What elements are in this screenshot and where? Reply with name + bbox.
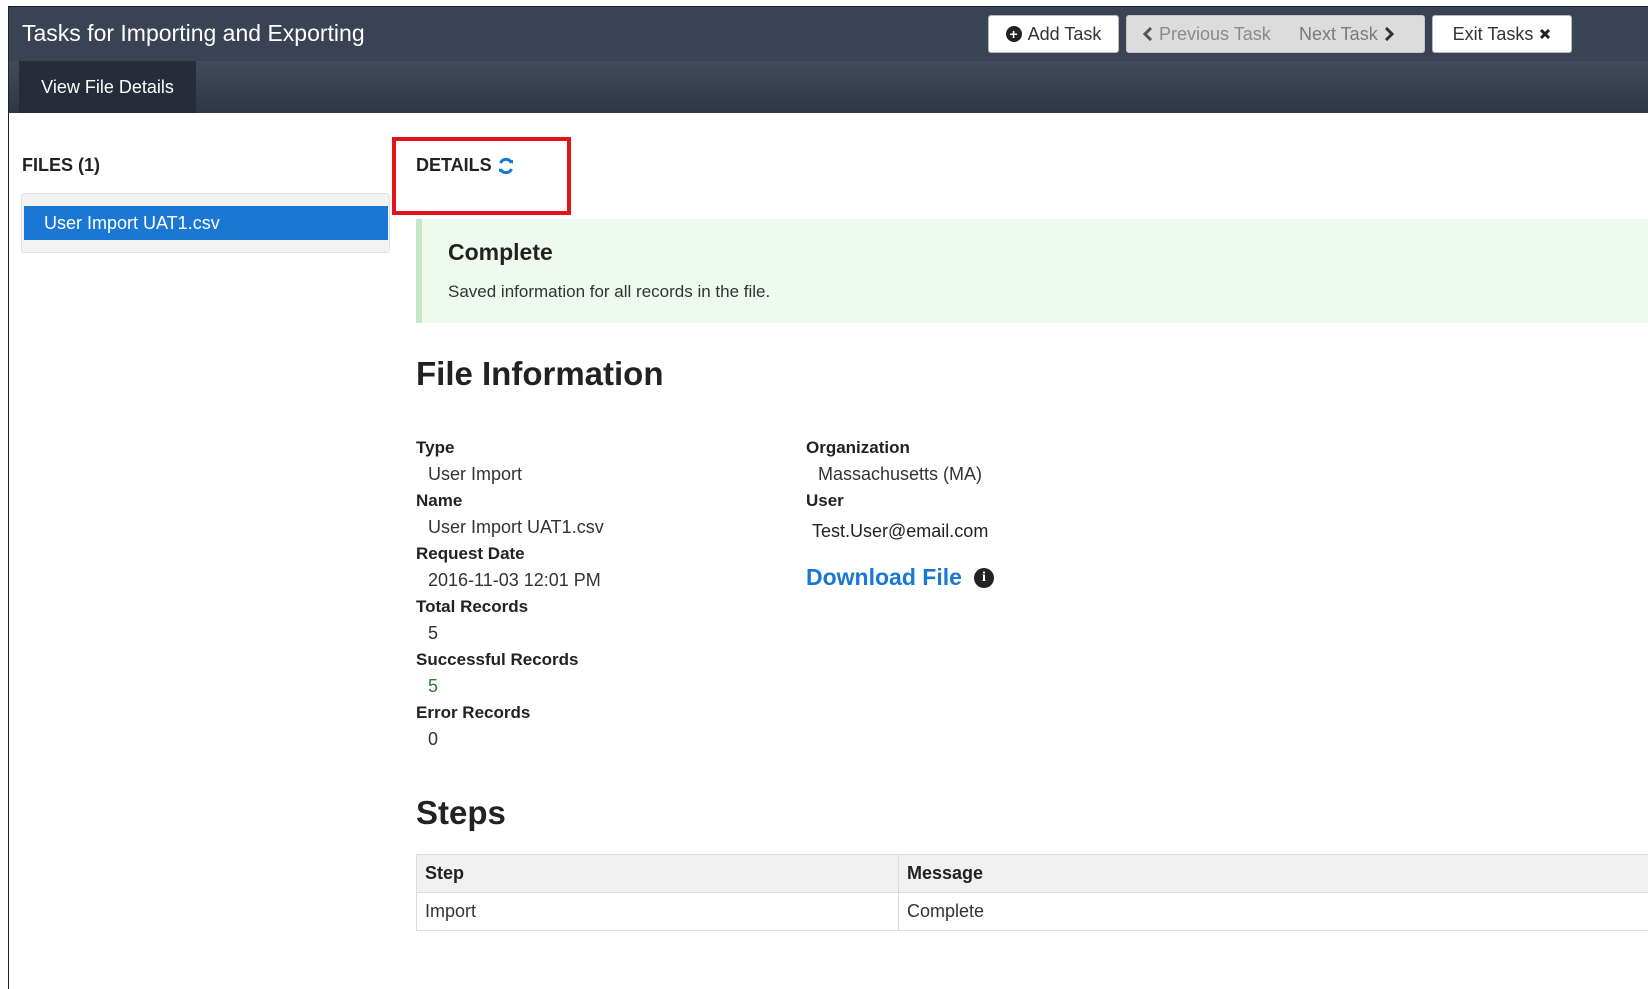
top-header: Tasks for Importing and Exporting + Add … [9,7,1648,61]
file-list-item[interactable]: User Import UAT1.csv [24,206,388,240]
status-message: Saved information for all records in the… [448,282,771,301]
request-date-value: 2016-11-03 12:01 PM [428,570,601,590]
status-alert: Complete Saved information for all recor… [416,219,1648,323]
file-info-right-column: Organization Massachusetts (MA) User Tes… [806,437,988,543]
user-value: Test.User@email.com [812,521,989,541]
files-heading: FILES (1) [22,155,101,175]
organization-value: Massachusetts (MA) [818,464,983,484]
column-header-step: Step [416,854,899,893]
error-records-value: 0 [428,729,439,749]
steps-heading: Steps [416,794,506,831]
file-information-heading: File Information [416,355,664,392]
tab-view-file-details[interactable]: View File Details [19,61,196,113]
close-icon [1540,28,1551,40]
table-header-row: Step Message [416,854,1648,893]
file-info-left-column: Type User Import Name User Import UAT1.c… [416,437,604,755]
info-icon[interactable]: i [973,567,994,588]
exit-tasks-button[interactable]: Exit Tasks [1432,15,1572,53]
successful-records-value: 5 [428,676,439,696]
user-label: User [806,491,844,510]
organization-label: Organization [806,438,910,457]
exit-tasks-label: Exit Tasks [1452,23,1534,44]
download-file-label: Download File [806,564,962,590]
error-records-label: Error Records [416,703,531,722]
highlight-annotation [392,137,571,215]
status-title: Complete [448,239,553,265]
sub-navigation: View File Details [9,61,1648,113]
column-header-message: Message [898,854,1648,893]
type-value: User Import [428,464,523,484]
plus-circle-icon: + [1005,26,1022,42]
total-records-label: Total Records [416,597,529,616]
type-label: Type [416,438,455,457]
previous-task-label: Previous Task [1159,23,1271,44]
chevron-left-icon [1143,27,1153,41]
task-navigation-group: Previous Task Next Task [1126,15,1425,53]
next-task-button[interactable]: Next Task [1297,16,1394,52]
add-task-button[interactable]: + Add Task [988,15,1119,53]
step-cell: Import [416,892,899,931]
message-cell: Complete [898,892,1648,931]
app-title: Tasks for Importing and Exporting [22,20,365,46]
download-file-link[interactable]: Download File i [806,564,994,591]
steps-table: Step Message Import Complete [416,854,1648,931]
next-task-label: Next Task [1299,23,1378,44]
name-label: Name [416,491,463,510]
successful-records-label: Successful Records [416,650,579,669]
total-records-value: 5 [428,623,439,643]
name-value: User Import UAT1.csv [428,517,604,537]
file-list: User Import UAT1.csv [21,193,390,253]
request-date-label: Request Date [416,544,525,563]
chevron-right-icon [1384,27,1394,41]
previous-task-button[interactable]: Previous Task [1127,16,1291,52]
app-window: Tasks for Importing and Exporting + Add … [8,6,1648,989]
add-task-label: Add Task [1027,23,1102,44]
table-row: Import Complete [416,892,1648,931]
